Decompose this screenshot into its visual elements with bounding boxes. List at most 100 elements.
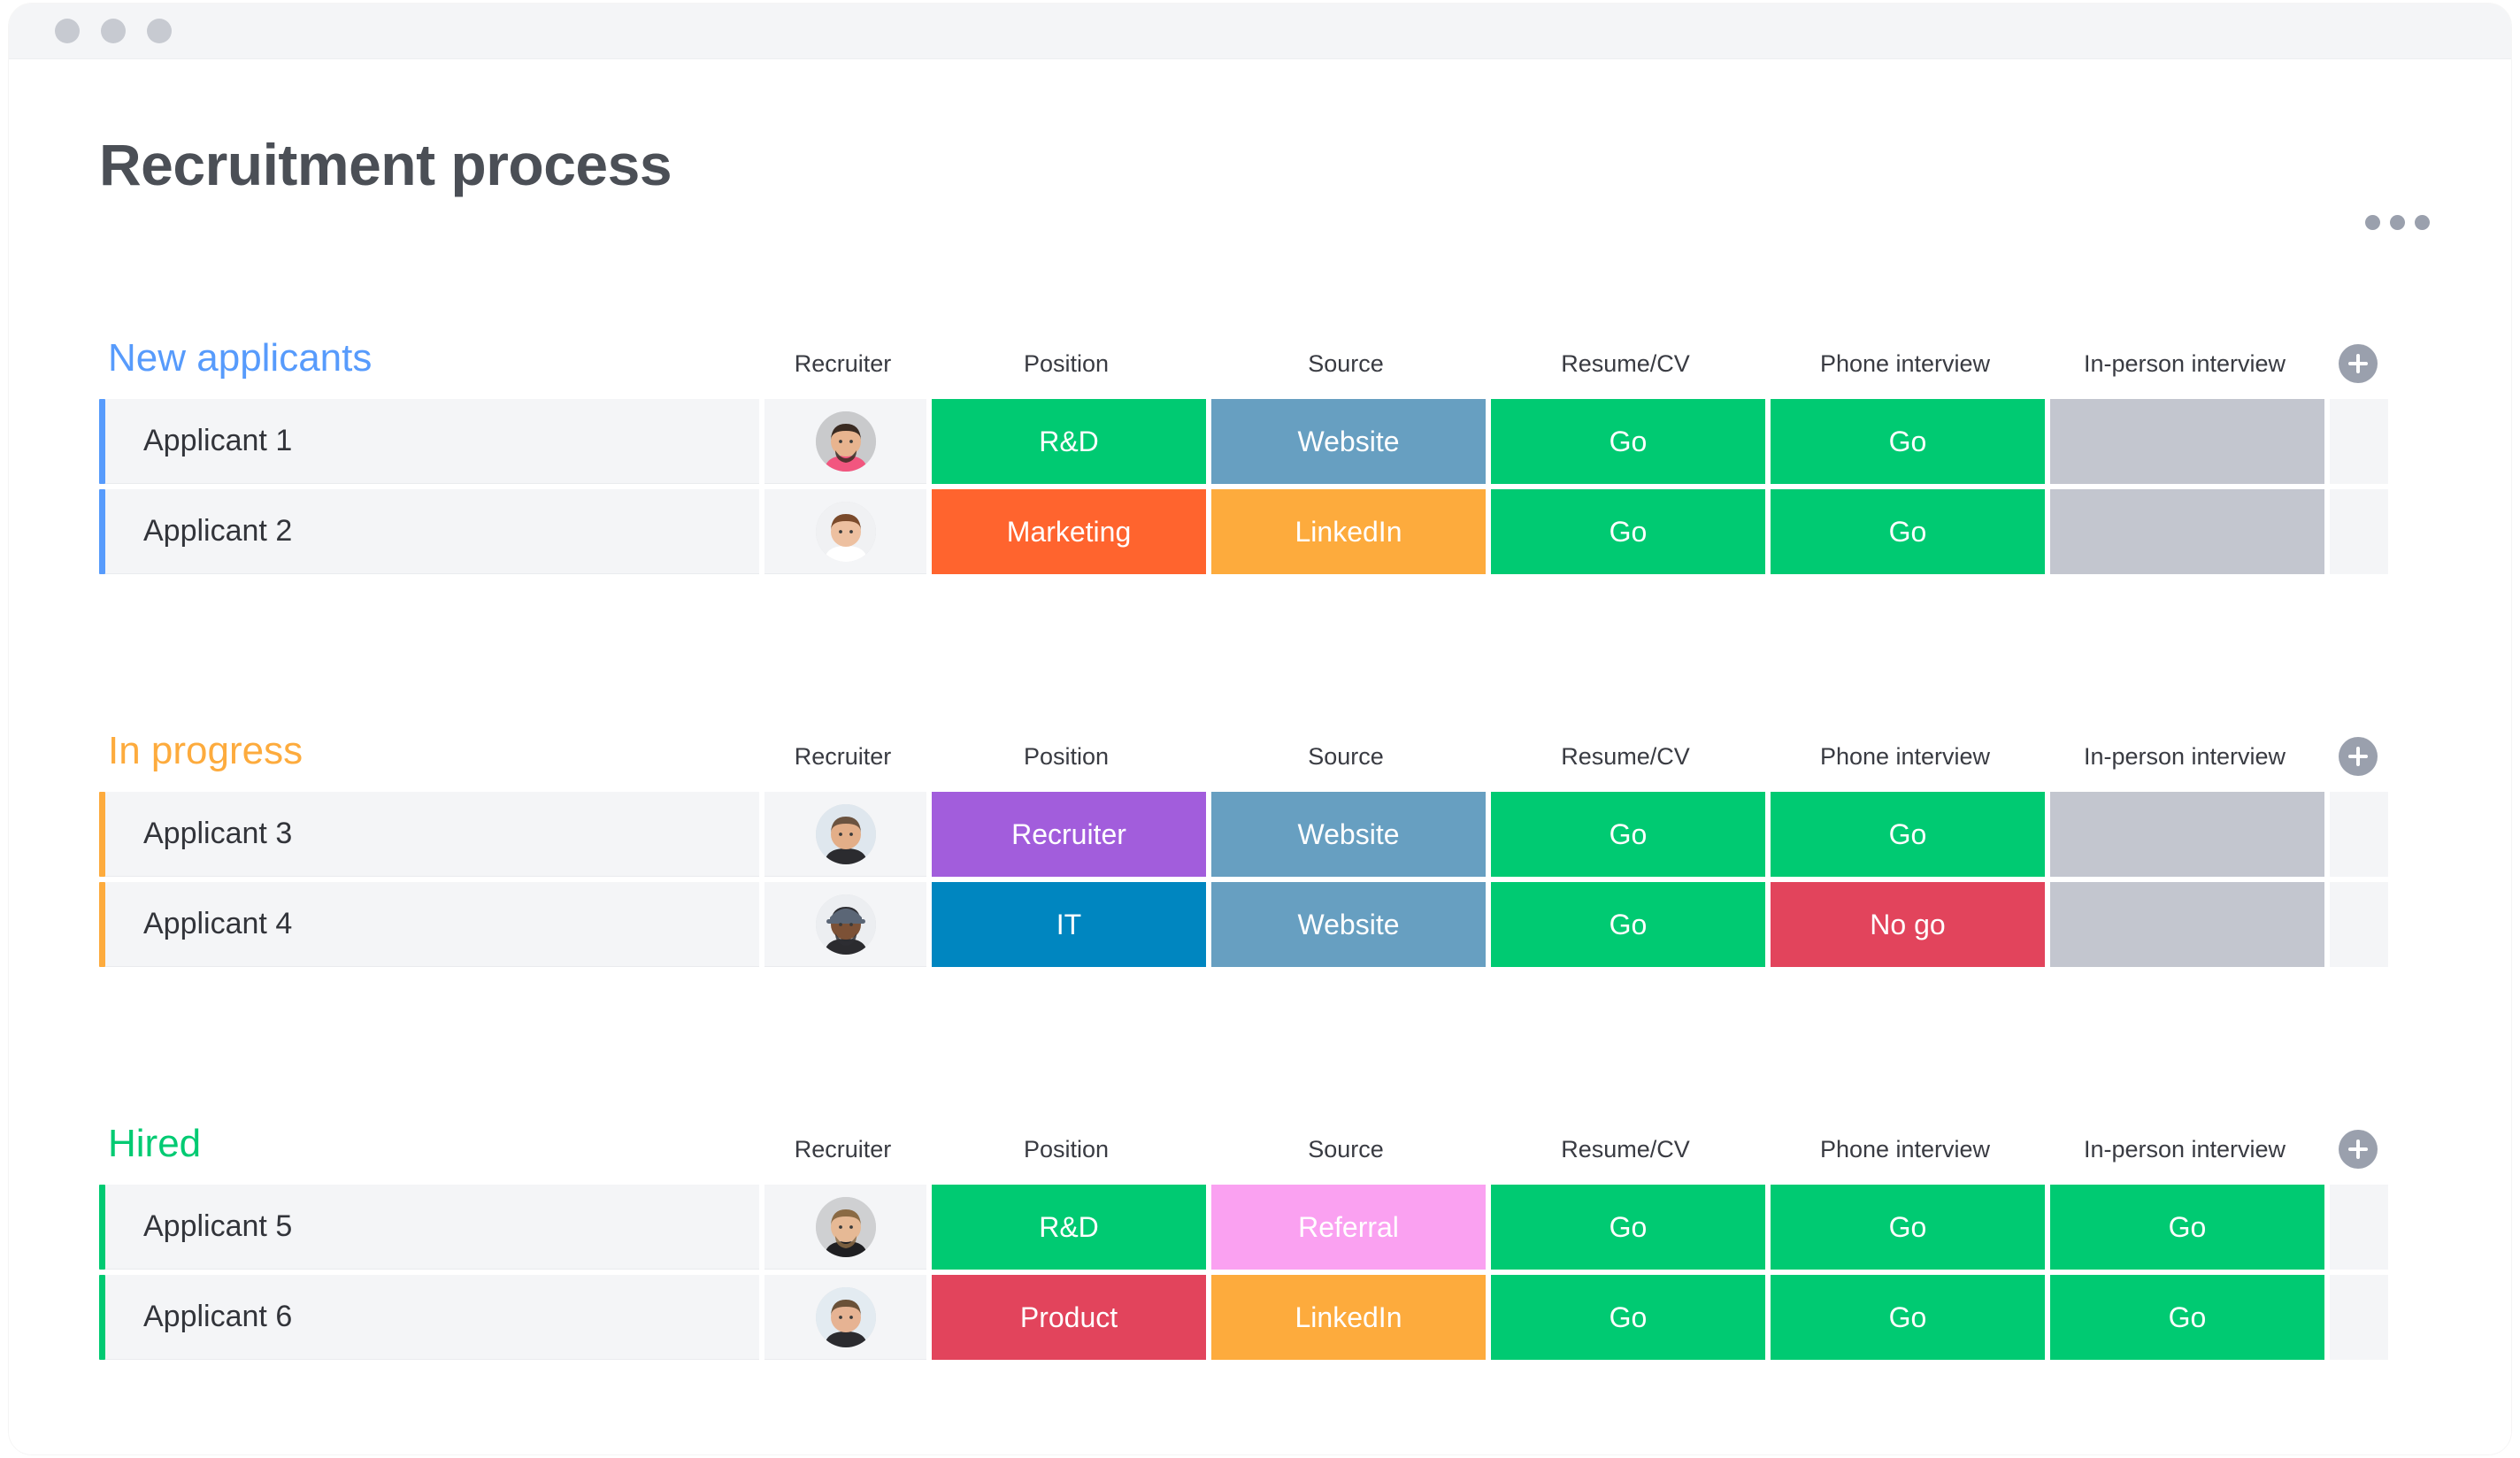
column-header-resume-cv[interactable]: Resume/CV (1486, 351, 1765, 376)
group-rows: Applicant 1 R&D Website Go Go Applicant 2 Ma… (99, 399, 2426, 574)
status-cell[interactable]: Recruiter (932, 792, 1206, 877)
status-cell[interactable]: Go (1491, 399, 1765, 484)
row-accent-bar (99, 882, 105, 967)
group-header: New applicants Recruiter Position Source Res… (99, 339, 2426, 399)
column-header-in-person-interview[interactable]: In-person interview (2045, 351, 2324, 376)
table-row[interactable]: Applicant 6 Product LinkedIn Go Go Go (99, 1275, 2426, 1360)
status-cell[interactable]: Go (1771, 1275, 2045, 1360)
status-cell[interactable]: Product (932, 1275, 1206, 1360)
row-tail-cell (2330, 399, 2388, 484)
status-cell-empty[interactable] (2050, 882, 2324, 967)
more-dot-icon (2365, 215, 2380, 230)
board-more-menu-button[interactable] (2365, 215, 2430, 230)
status-cell[interactable]: R&D (932, 399, 1206, 484)
group-rows: Applicant 3 Recruiter Website Go Go Applican… (99, 792, 2426, 967)
row-name-cell[interactable]: Applicant 5 (105, 1185, 759, 1270)
window-dot-close-icon[interactable] (55, 19, 80, 43)
status-cell[interactable]: Go (1491, 792, 1765, 877)
window-dot-maximize-icon[interactable] (147, 19, 172, 43)
column-header-in-person-interview[interactable]: In-person interview (2045, 744, 2324, 769)
column-headers: Recruiter Position Source Resume/CV Phone in… (99, 1130, 2426, 1169)
column-header-phone-interview[interactable]: Phone interview (1765, 1137, 2045, 1162)
row-name-cell[interactable]: Applicant 4 (105, 882, 759, 967)
recruiter-cell[interactable] (764, 1185, 926, 1270)
row-tail-cell (2330, 792, 2388, 877)
row-accent-bar (99, 792, 105, 877)
row-tail-cell (2330, 882, 2388, 967)
status-cell[interactable]: Go (1771, 792, 2045, 877)
status-cell[interactable]: Go (2050, 1275, 2324, 1360)
add-column-button[interactable] (2339, 344, 2378, 383)
status-cell[interactable]: Referral (1211, 1185, 1486, 1270)
column-headers: Recruiter Position Source Resume/CV Phone in… (99, 344, 2426, 383)
status-cell-empty[interactable] (2050, 489, 2324, 574)
column-header-source[interactable]: Source (1206, 1137, 1486, 1162)
status-cell[interactable]: Go (1491, 489, 1765, 574)
status-cell[interactable]: LinkedIn (1211, 489, 1486, 574)
row-tail-cell (2330, 489, 2388, 574)
status-cell[interactable]: IT (932, 882, 1206, 967)
row-name-cell[interactable]: Applicant 6 (105, 1275, 759, 1360)
row-name-cell[interactable]: Applicant 2 (105, 489, 759, 574)
group-header: In progress Recruiter Position Source Resume… (99, 732, 2426, 792)
page-title: Recruitment process (99, 132, 672, 197)
status-cell-empty[interactable] (2050, 792, 2324, 877)
status-cell[interactable]: Website (1211, 399, 1486, 484)
table-row[interactable]: Applicant 1 R&D Website Go Go (99, 399, 2426, 484)
status-cell[interactable]: R&D (932, 1185, 1206, 1270)
column-header-source[interactable]: Source (1206, 351, 1486, 376)
status-cell[interactable]: Go (1491, 1275, 1765, 1360)
recruiter-cell[interactable] (764, 489, 926, 574)
avatar (815, 1286, 876, 1347)
status-cell[interactable]: No go (1771, 882, 2045, 967)
column-header-resume-cv[interactable]: Resume/CV (1486, 1137, 1765, 1162)
status-cell[interactable]: LinkedIn (1211, 1275, 1486, 1360)
status-cell[interactable]: Marketing (932, 489, 1206, 574)
column-header-source[interactable]: Source (1206, 744, 1486, 769)
column-header-position[interactable]: Position (926, 1137, 1206, 1162)
status-cell[interactable]: Go (1771, 399, 2045, 484)
status-cell[interactable]: Website (1211, 792, 1486, 877)
window-dot-minimize-icon[interactable] (101, 19, 126, 43)
recruiter-cell[interactable] (764, 882, 926, 967)
status-cell[interactable]: Website (1211, 882, 1486, 967)
board-page: Recruitment process New applicants Recrui… (9, 59, 2511, 1454)
status-cell[interactable]: Go (1771, 489, 2045, 574)
row-tail-cell (2330, 1275, 2388, 1360)
status-cell-empty[interactable] (2050, 399, 2324, 484)
add-column-button[interactable] (2339, 1130, 2378, 1169)
column-header-phone-interview[interactable]: Phone interview (1765, 744, 2045, 769)
column-header-position[interactable]: Position (926, 351, 1206, 376)
column-header-resume-cv[interactable]: Resume/CV (1486, 744, 1765, 769)
column-header-recruiter[interactable]: Recruiter (759, 744, 926, 769)
status-cell[interactable]: Go (1491, 1185, 1765, 1270)
table-row[interactable]: Applicant 4 IT Website Go No go (99, 882, 2426, 967)
table-row[interactable]: Applicant 5 R&D Referral Go Go Go (99, 1185, 2426, 1270)
recruiter-cell[interactable] (764, 792, 926, 877)
more-dot-icon (2390, 215, 2405, 230)
status-cell[interactable]: Go (2050, 1185, 2324, 1270)
table-row[interactable]: Applicant 3 Recruiter Website Go Go (99, 792, 2426, 877)
more-dot-icon (2415, 215, 2430, 230)
row-tail-cell (2330, 1185, 2388, 1270)
column-header-phone-interview[interactable]: Phone interview (1765, 351, 2045, 376)
group-header: Hired Recruiter Position Source Resume/CV Pho… (99, 1124, 2426, 1185)
status-cell[interactable]: Go (1771, 1185, 2045, 1270)
recruiter-cell[interactable] (764, 399, 926, 484)
row-name-cell[interactable]: Applicant 3 (105, 792, 759, 877)
row-name-cell[interactable]: Applicant 1 (105, 399, 759, 484)
column-header-recruiter[interactable]: Recruiter (759, 1137, 926, 1162)
table-row[interactable]: Applicant 2 Marketing LinkedIn Go Go (99, 489, 2426, 574)
column-header-position[interactable]: Position (926, 744, 1206, 769)
column-header-in-person-interview[interactable]: In-person interview (2045, 1137, 2324, 1162)
avatar (815, 803, 876, 864)
group-new-applicants: New applicants Recruiter Position Source Res… (99, 339, 2426, 579)
recruiter-cell[interactable] (764, 1275, 926, 1360)
add-column-button[interactable] (2339, 737, 2378, 776)
column-header-recruiter[interactable]: Recruiter (759, 351, 926, 376)
row-accent-bar (99, 399, 105, 484)
status-cell[interactable]: Go (1491, 882, 1765, 967)
window-titlebar (9, 4, 2511, 59)
avatar (815, 501, 876, 562)
browser-window: Recruitment process New applicants Recrui… (9, 4, 2511, 1454)
